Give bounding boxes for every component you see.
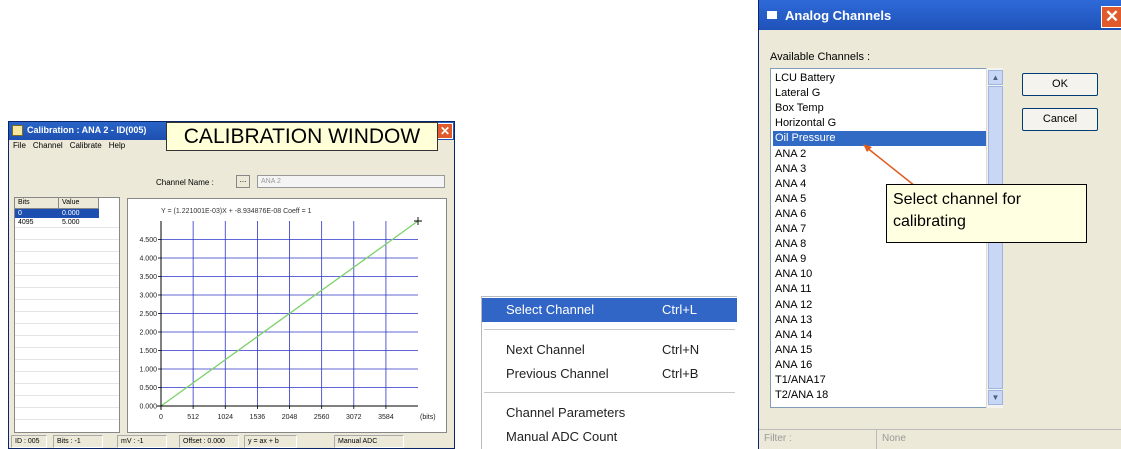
menu-item-shortcut: Ctrl+N	[662, 342, 700, 357]
table-gridline	[15, 395, 119, 396]
calibration-menubar: File Channel Calibrate Help	[9, 141, 125, 155]
bits-column-header[interactable]: Bits	[15, 198, 59, 209]
y-tick-label: 1.500	[139, 348, 157, 355]
menu-item-label: Select Channel	[506, 302, 595, 317]
table-cell-bits[interactable]: 4095	[15, 218, 59, 227]
menu-calibrate[interactable]: Calibrate	[70, 141, 102, 155]
table-gridline	[15, 299, 119, 300]
table-gridline	[15, 239, 119, 240]
calibration-title: Calibration : ANA 2 - ID(005)	[27, 125, 147, 135]
y-tick-label: 4.000	[139, 256, 157, 263]
x-tick-label: 512	[187, 414, 199, 421]
y-tick-label: 1.000	[139, 367, 157, 374]
menu-item-shortcut: Ctrl+L	[662, 302, 698, 317]
table-gridline	[15, 347, 119, 348]
menu-separator	[484, 329, 735, 330]
menu-item-manual-adc-count[interactable]: Manual ADC Count	[482, 425, 737, 449]
analog-channels-dialog: Analog Channels ✕ Available Channels : L…	[758, 0, 1121, 449]
menu-item-select-channel[interactable]: Select Channel Ctrl+L	[482, 298, 737, 322]
filter-value[interactable]: None	[877, 429, 1121, 449]
calibration-chart[interactable]: Y = (1.221001E-03)X + -8.934876E-08 Coef…	[127, 198, 447, 433]
close-icon[interactable]: ✕	[437, 123, 453, 139]
menu-file[interactable]: File	[13, 141, 26, 155]
callout-arrow-line	[865, 146, 916, 187]
y-tick-label: 0.000	[139, 404, 157, 411]
table-gridline	[15, 371, 119, 372]
y-tick-label: 2.000	[139, 330, 157, 337]
calibration-window-callout: CALIBRATION WINDOW	[166, 122, 438, 151]
table-gridline	[15, 419, 119, 420]
menu-item-channel-parameters[interactable]: Channel Parameters	[482, 401, 737, 425]
menu-item-label: Next Channel	[506, 342, 585, 357]
table-gridline	[15, 227, 119, 228]
calibration-equation: Y = (1.221001E-03)X + -8.934876E-08 Coef…	[161, 208, 312, 215]
channel-name-field[interactable]: ANA 2	[257, 175, 445, 188]
filter-label: Filter :	[759, 429, 877, 449]
menu-help[interactable]: Help	[109, 141, 125, 155]
x-tick-label: 0	[159, 414, 163, 421]
app-icon	[12, 125, 23, 136]
y-tick-label: 4.500	[139, 237, 157, 244]
channel-context-menu: Select Channel Ctrl+L Next Channel Ctrl+…	[481, 296, 737, 449]
table-gridline	[15, 275, 119, 276]
browse-channel-button[interactable]: ...	[236, 175, 250, 188]
status-bits: Bits : -1	[53, 435, 103, 448]
calibration-status-bar: ID : 005 Bits : -1 mV : -1 Offset : 0.00…	[9, 435, 454, 448]
status-mode: Manual ADC	[334, 435, 404, 448]
select-channel-callout: Select channel for calibrating	[886, 184, 1087, 243]
table-gridline	[15, 407, 119, 408]
y-tick-label: 0.500	[139, 385, 157, 392]
table-gridline	[15, 287, 119, 288]
table-gridline	[15, 383, 119, 384]
y-tick-label: 2.500	[139, 311, 157, 318]
table-gridline	[15, 311, 119, 312]
menu-item-label: Previous Channel	[506, 366, 609, 381]
x-tick-label: 3072	[346, 414, 362, 421]
x-tick-label: 2048	[282, 414, 298, 421]
table-cell-value[interactable]: 5.000	[59, 218, 99, 227]
calibration-window: Calibration : ANA 2 - ID(005) ✕ CALIBRAT…	[8, 121, 455, 449]
status-id: ID : 005	[11, 435, 47, 448]
table-gridline	[15, 359, 119, 360]
x-tick-label: 1024	[217, 414, 233, 421]
x-axis-label: (bits)	[420, 414, 436, 421]
menu-item-label: Manual ADC Count	[506, 429, 618, 444]
menu-channel[interactable]: Channel	[33, 141, 63, 155]
calibration-table: Bits Value 0 0.000 4095 5.000	[14, 197, 120, 433]
x-tick-label: 1536	[250, 414, 266, 421]
table-cell-value[interactable]: 0.000	[59, 209, 99, 218]
menu-separator	[484, 392, 735, 393]
channel-name-label: Channel Name :	[156, 178, 214, 187]
x-tick-label: 3584	[378, 414, 394, 421]
status-mv: mV : -1	[117, 435, 167, 448]
value-column-header[interactable]: Value	[59, 198, 99, 209]
calibration-chart-svg: Y = (1.221001E-03)X + -8.934876E-08 Coef…	[139, 208, 436, 421]
status-formula: y = ax + b	[244, 435, 297, 448]
menu-item-label: Channel Parameters	[506, 405, 626, 420]
menu-item-shortcut: Ctrl+B	[662, 366, 699, 381]
table-gridline	[15, 335, 119, 336]
table-gridline	[15, 323, 119, 324]
y-tick-label: 3.000	[139, 293, 157, 300]
table-cell-bits[interactable]: 0	[15, 209, 59, 218]
table-gridline	[15, 263, 119, 264]
x-tick-label: 2560	[314, 414, 330, 421]
filter-bar: Filter : None	[759, 429, 1121, 449]
y-tick-label: 3.500	[139, 274, 157, 281]
status-offset: Offset : 0.000	[179, 435, 239, 448]
table-gridline	[15, 251, 119, 252]
menu-item-next-channel[interactable]: Next Channel Ctrl+N	[482, 338, 737, 362]
menu-item-previous-channel[interactable]: Previous Channel Ctrl+B	[482, 362, 737, 386]
